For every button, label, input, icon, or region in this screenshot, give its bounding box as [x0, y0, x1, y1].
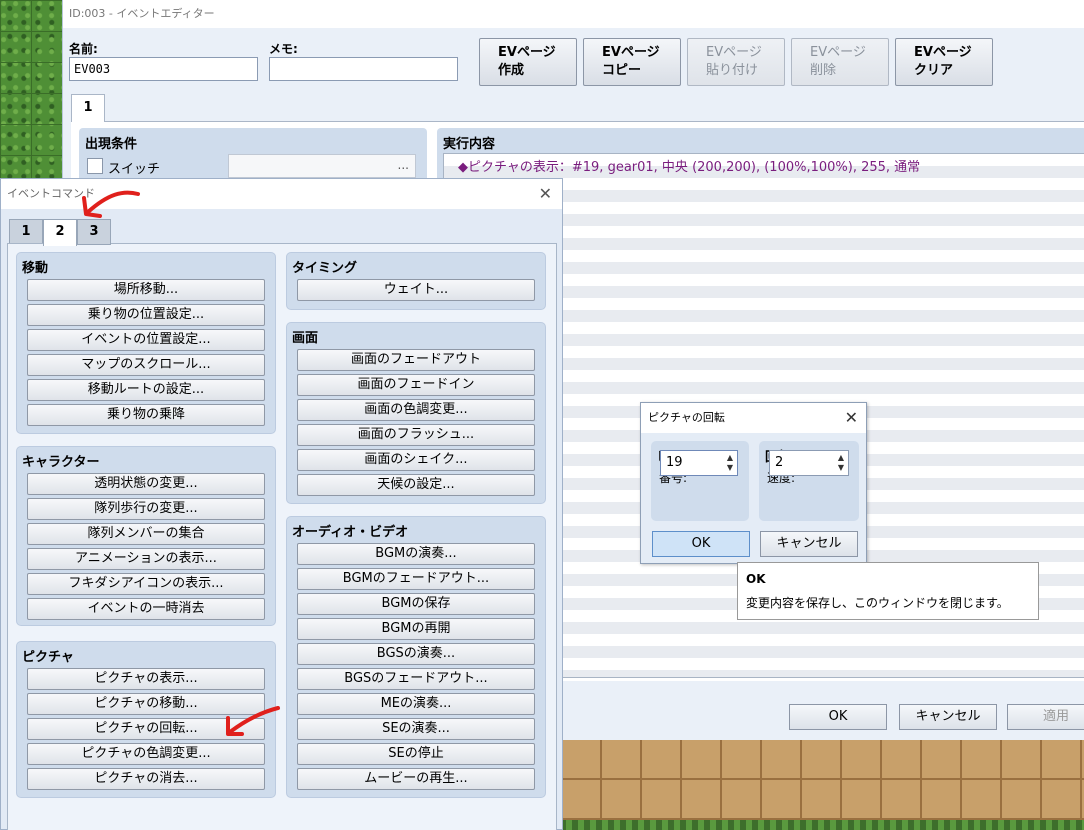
group-timing: タイミング ウェイト...	[286, 252, 546, 310]
cmd-tint-picture[interactable]: ピクチャの色調変更...	[27, 743, 265, 765]
map-grass-edge	[560, 820, 1084, 830]
cmd-show-balloon-icon[interactable]: フキダシアイコンの表示...	[27, 573, 265, 595]
annotation-arrow-icon	[226, 706, 280, 736]
cmd-set-weather[interactable]: 天候の設定...	[297, 474, 535, 496]
rotate-dialog-titlebar: ピクチャの回転 ✕	[641, 403, 866, 433]
cmd-show-animation[interactable]: アニメーションの表示...	[27, 548, 265, 570]
conditions-title: 出現条件	[85, 137, 138, 152]
cmd-set-event-location[interactable]: イベントの位置設定...	[27, 329, 265, 351]
tab-page-1[interactable]: 1	[71, 94, 105, 122]
group-audio-video: オーディオ・ビデオ BGMの演奏... BGMのフェードアウト... BGMの保…	[286, 516, 546, 798]
editor-title: ID:003 - イベントエディター	[63, 0, 1084, 28]
spinner-arrows-icon[interactable]: ▲ ▼	[838, 453, 844, 473]
tab-commands-2[interactable]: 2	[43, 219, 77, 246]
group-audio-title: オーディオ・ビデオ	[292, 525, 409, 540]
cmd-transfer-player[interactable]: 場所移動...	[27, 279, 265, 301]
close-icon[interactable]: ✕	[539, 179, 552, 209]
tooltip-text: 変更内容を保存し、このウィンドウを閉じます。	[746, 596, 1009, 610]
editor-ok-button[interactable]: OK	[789, 704, 887, 730]
cmd-fadeout-screen[interactable]: 画面のフェードアウト	[297, 349, 535, 371]
rotate-cancel-button[interactable]: キャンセル	[760, 531, 858, 557]
cmd-set-vehicle-location[interactable]: 乗り物の位置設定...	[27, 304, 265, 326]
tab-commands-1[interactable]: 1	[9, 219, 43, 245]
cmd-fadein-screen[interactable]: 画面のフェードイン	[297, 374, 535, 396]
group-move-title: 移動	[22, 261, 49, 276]
cmd-erase-event[interactable]: イベントの一時消去	[27, 598, 265, 620]
cmd-play-me[interactable]: MEの演奏...	[297, 693, 535, 715]
number-spinner[interactable]: 19 ▲ ▼	[660, 450, 738, 476]
cmd-get-on-off-vehicle[interactable]: 乗り物の乗降	[27, 404, 265, 426]
cmd-show-picture[interactable]: ピクチャの表示...	[27, 668, 265, 690]
group-screen-title: 画面	[292, 331, 319, 346]
cmd-scroll-map[interactable]: マップのスクロール...	[27, 354, 265, 376]
group-move: 移動 場所移動... 乗り物の位置設定... イベントの位置設定... マップの…	[16, 252, 276, 434]
cmd-flash-screen[interactable]: 画面のフラッシュ...	[297, 424, 535, 446]
cmd-wait[interactable]: ウェイト...	[297, 279, 535, 301]
switch-label: スイッチ	[108, 162, 161, 177]
map-dirt-tiles	[560, 738, 1084, 830]
command-line[interactable]: ◆ピクチャの表示：#19, gear01, 中央 (200,200), (100…	[458, 156, 920, 175]
group-timing-title: タイミング	[292, 261, 358, 276]
speed-value[interactable]: 2	[775, 455, 783, 470]
cmd-shake-screen[interactable]: 画面のシェイク...	[297, 449, 535, 471]
cmd-fadeout-bgs[interactable]: BGSのフェードアウト...	[297, 668, 535, 690]
cmd-erase-picture[interactable]: ピクチャの消去...	[27, 768, 265, 790]
cmd-gather-followers[interactable]: 隊列メンバーの集合	[27, 523, 265, 545]
cmd-play-bgs[interactable]: BGSの演奏...	[297, 643, 535, 665]
rotate-dialog-title: ピクチャの回転	[648, 411, 725, 424]
spinner-arrows-icon[interactable]: ▲ ▼	[727, 453, 733, 473]
cmd-save-bgm[interactable]: BGMの保存	[297, 593, 535, 615]
execution-title: 実行内容	[443, 137, 496, 152]
switch-checkbox[interactable]	[87, 158, 103, 174]
cmd-play-se[interactable]: SEの演奏...	[297, 718, 535, 740]
ok-tooltip: OK 変更内容を保存し、このウィンドウを閉じます。	[737, 562, 1039, 620]
editor-apply-button[interactable]: 適用	[1007, 704, 1084, 730]
cmd-resume-bgm[interactable]: BGMの再開	[297, 618, 535, 640]
switch-select[interactable]: ...	[228, 154, 416, 178]
cmd-tint-screen[interactable]: 画面の色調変更...	[297, 399, 535, 421]
cmd-change-transparency[interactable]: 透明状態の変更...	[27, 473, 265, 495]
editor-cancel-button[interactable]: キャンセル	[899, 704, 997, 730]
cmd-set-movement-route[interactable]: 移動ルートの設定...	[27, 379, 265, 401]
cmd-play-movie[interactable]: ムービーの再生...	[297, 768, 535, 790]
tab-commands-3[interactable]: 3	[77, 219, 111, 245]
cmd-play-bgm[interactable]: BGMの演奏...	[297, 543, 535, 565]
cmd-change-player-followers[interactable]: 隊列歩行の変更...	[27, 498, 265, 520]
cmd-fadeout-bgm[interactable]: BGMのフェードアウト...	[297, 568, 535, 590]
group-screen: 画面 画面のフェードアウト 画面のフェードイン 画面の色調変更... 画面のフラ…	[286, 322, 546, 504]
ev-page-paste-button[interactable]: EVページ 貼り付け	[687, 38, 785, 86]
group-character-title: キャラクター	[22, 455, 100, 470]
ev-page-clear-button[interactable]: EVページ クリア	[895, 38, 993, 86]
name-label: 名前:	[69, 42, 98, 56]
name-input[interactable]: EV003	[69, 57, 258, 81]
memo-label: メモ:	[269, 42, 298, 56]
ev-page-copy-button[interactable]: EVページ コピー	[583, 38, 681, 86]
ev-page-delete-button[interactable]: EVページ 削除	[791, 38, 889, 86]
ev-page-create-button[interactable]: EVページ 作成	[479, 38, 577, 86]
group-character: キャラクター 透明状態の変更... 隊列歩行の変更... 隊列メンバーの集合 ア…	[16, 446, 276, 626]
number-value[interactable]: 19	[666, 455, 683, 470]
close-icon[interactable]: ✕	[845, 403, 858, 433]
map-grass-tiles	[0, 0, 62, 185]
tooltip-title: OK	[746, 572, 766, 586]
speed-spinner[interactable]: 2 ▲ ▼	[769, 450, 849, 476]
annotation-arrow-icon	[82, 190, 140, 218]
rotate-picture-dialog: ピクチャの回転 ✕ ピクチャ 番号: 19 ▲▼ 回転 速度: 2 ▲▼ OK …	[640, 402, 867, 564]
memo-input[interactable]	[269, 57, 458, 81]
cmd-stop-se[interactable]: SEの停止	[297, 743, 535, 765]
group-picture-title: ピクチャ	[22, 650, 74, 665]
command-tab-body: 移動 場所移動... 乗り物の位置設定... イベントの位置設定... マップの…	[7, 243, 557, 830]
rotate-ok-button[interactable]: OK	[652, 531, 750, 557]
